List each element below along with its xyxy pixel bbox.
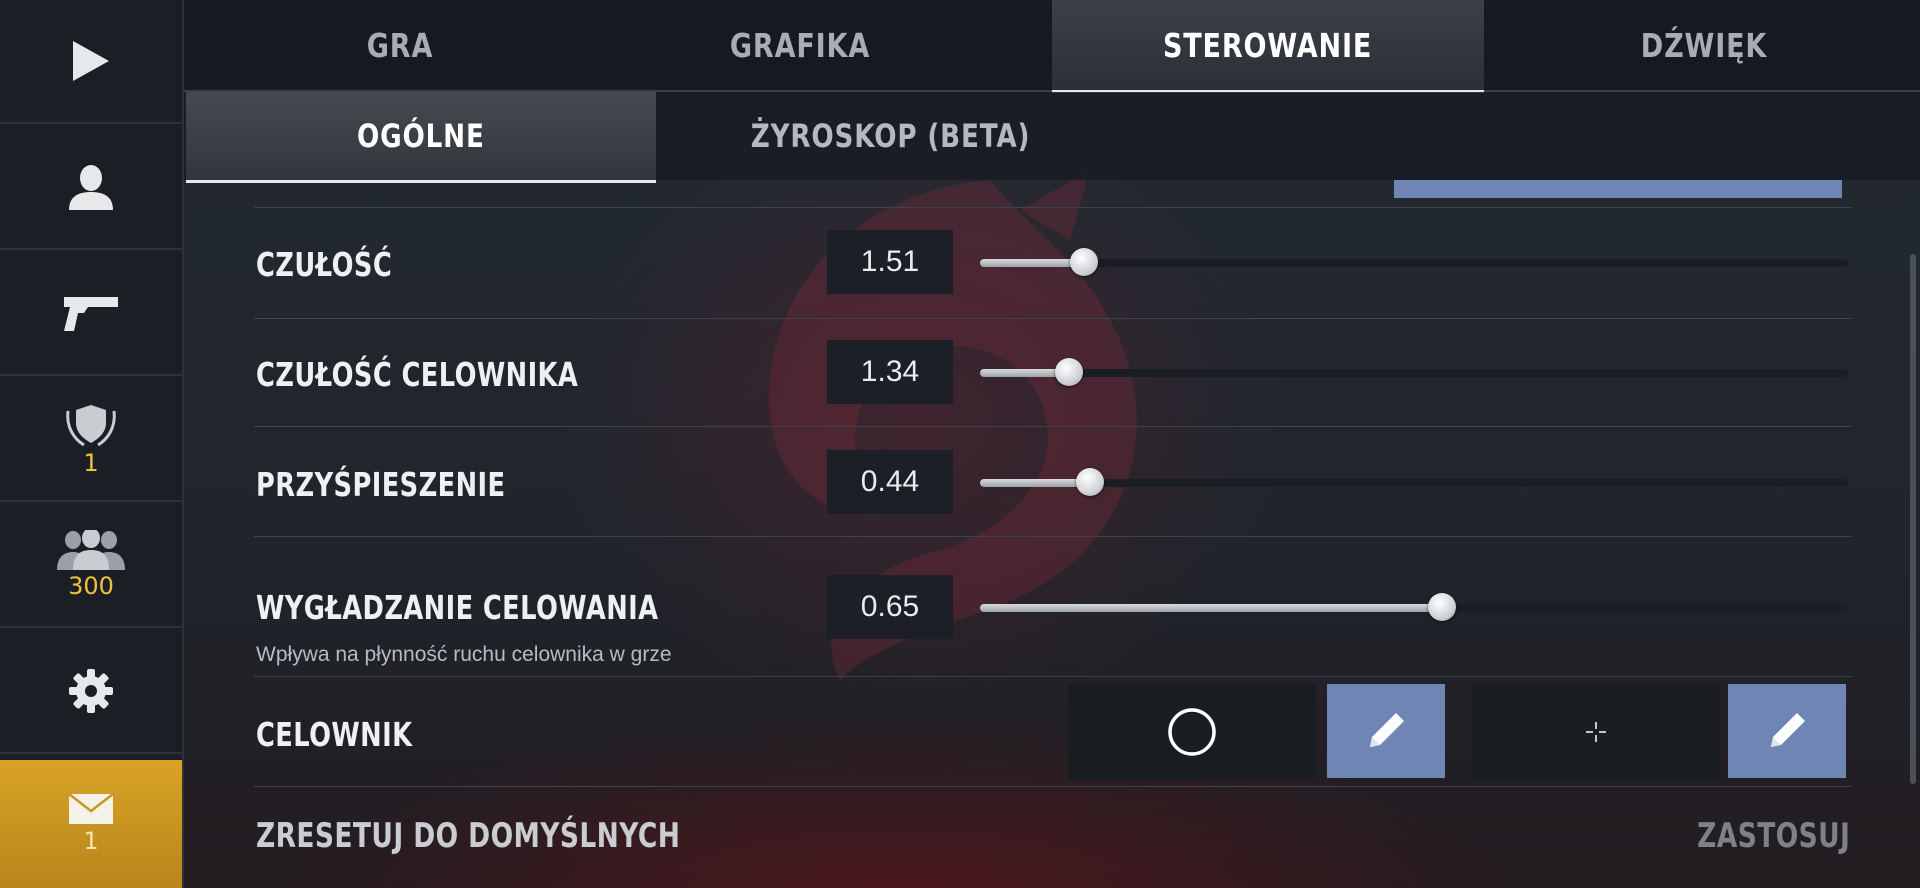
row-divider xyxy=(254,318,1852,319)
pencil-icon xyxy=(1771,713,1805,747)
aim-smoothing-slider-thumb[interactable] xyxy=(1428,593,1456,621)
gear-icon xyxy=(69,669,113,713)
acceleration-label: PRZYŚPIESZENIE xyxy=(256,465,506,504)
aim-smoothing-description: Wpływa na płynność ruchu celownika w grz… xyxy=(256,643,672,666)
row-divider xyxy=(254,207,1852,208)
profile-icon xyxy=(69,165,113,210)
reset-defaults-button[interactable]: ZRESETUJ DO DOMYŚLNYCH xyxy=(256,816,680,856)
play-icon xyxy=(73,41,109,81)
scrollbar[interactable] xyxy=(1910,254,1916,784)
tab-sterowanie-label: STEROWANIE xyxy=(1163,25,1373,65)
crosshair-dot-preview[interactable] xyxy=(1472,684,1720,780)
aim-smoothing-slider[interactable] xyxy=(980,593,1848,621)
sensitivity-slider[interactable] xyxy=(980,248,1848,276)
aim-smoothing-label: WYGŁADZANIE CELOWANIA xyxy=(256,588,659,627)
friends-icon xyxy=(57,530,125,570)
tab-dzwiek-label: DŹWIĘK xyxy=(1640,25,1768,65)
scope-sensitivity-value[interactable]: 1.34 xyxy=(827,340,953,404)
row-divider xyxy=(254,426,1852,427)
tab-sterowanie[interactable]: STEROWANIE xyxy=(1052,0,1484,93)
circle-crosshair-icon xyxy=(1168,708,1216,756)
sidebar-item-friends[interactable]: 300 xyxy=(0,504,182,628)
pencil-icon xyxy=(1370,713,1404,747)
aim-smoothing-value[interactable]: 0.65 xyxy=(827,575,953,639)
sensitivity-slider-fill xyxy=(980,259,1084,267)
acceleration-value[interactable]: 0.44 xyxy=(827,450,953,514)
sensitivity-value[interactable]: 1.51 xyxy=(827,230,953,294)
edit-scope-crosshair-button[interactable] xyxy=(1728,684,1846,778)
acceleration-slider-fill xyxy=(980,479,1090,487)
row-divider xyxy=(254,536,1852,537)
scrolled-item-edge xyxy=(1394,180,1842,198)
scope-sensitivity-slider-thumb[interactable] xyxy=(1055,358,1083,386)
sidebar-item-play[interactable] xyxy=(0,0,182,124)
row-divider xyxy=(254,786,1852,787)
tab-grafika[interactable]: GRAFIKA xyxy=(623,0,977,90)
apply-button[interactable]: ZASTOSUJ xyxy=(1697,816,1850,856)
rank-shield-icon xyxy=(66,405,116,447)
subtab-ogolne[interactable]: OGÓLNE xyxy=(186,92,656,183)
pistol-icon xyxy=(64,297,118,331)
acceleration-slider[interactable] xyxy=(980,468,1848,496)
aim-smoothing-slider-fill xyxy=(980,604,1442,612)
sidebar-item-weapons[interactable] xyxy=(0,252,182,376)
mail-icon xyxy=(68,793,114,824)
sidebar-item-mail[interactable]: 1 xyxy=(0,760,182,888)
scope-sensitivity-label: CZUŁOŚĆ CELOWNIKA xyxy=(256,355,579,394)
rank-badge: 1 xyxy=(83,449,99,477)
sensitivity-slider-thumb[interactable] xyxy=(1070,248,1098,276)
sidebar-item-settings[interactable] xyxy=(0,630,182,754)
row-divider xyxy=(254,676,1852,677)
subtab-ogolne-label: OGÓLNE xyxy=(357,117,485,155)
sensitivity-label: CZUŁOŚĆ xyxy=(256,245,393,284)
dot-crosshair-icon xyxy=(1586,722,1606,742)
sub-tabs: OGÓLNE ŻYROSKOP (BETA) xyxy=(184,92,1920,183)
tab-grafika-label: GRAFIKA xyxy=(729,25,871,65)
subtab-zyroskop-label: ŻYROSKOP (BETA) xyxy=(751,117,1031,155)
sidebar: 1 300 1 xyxy=(0,0,184,888)
tab-gra-label: GRA xyxy=(366,25,434,65)
sidebar-item-rank[interactable]: 1 xyxy=(0,378,182,502)
friends-badge: 300 xyxy=(68,572,114,600)
subtab-zyroskop[interactable]: ŻYROSKOP (BETA) xyxy=(656,92,1126,180)
tab-dzwiek[interactable]: DŹWIĘK xyxy=(1527,0,1881,90)
mail-badge: 1 xyxy=(83,827,99,855)
scope-sensitivity-slider[interactable] xyxy=(980,358,1848,386)
acceleration-slider-thumb[interactable] xyxy=(1076,468,1104,496)
sidebar-item-profile[interactable] xyxy=(0,126,182,250)
tab-gra[interactable]: GRA xyxy=(223,0,577,90)
edit-crosshair-button[interactable] xyxy=(1327,684,1445,778)
crosshair-label: CELOWNIK xyxy=(256,715,413,754)
main-tabs: GRA GRAFIKA STEROWANIE DŹWIĘK xyxy=(184,0,1920,93)
crosshair-circle-preview[interactable] xyxy=(1068,684,1316,780)
